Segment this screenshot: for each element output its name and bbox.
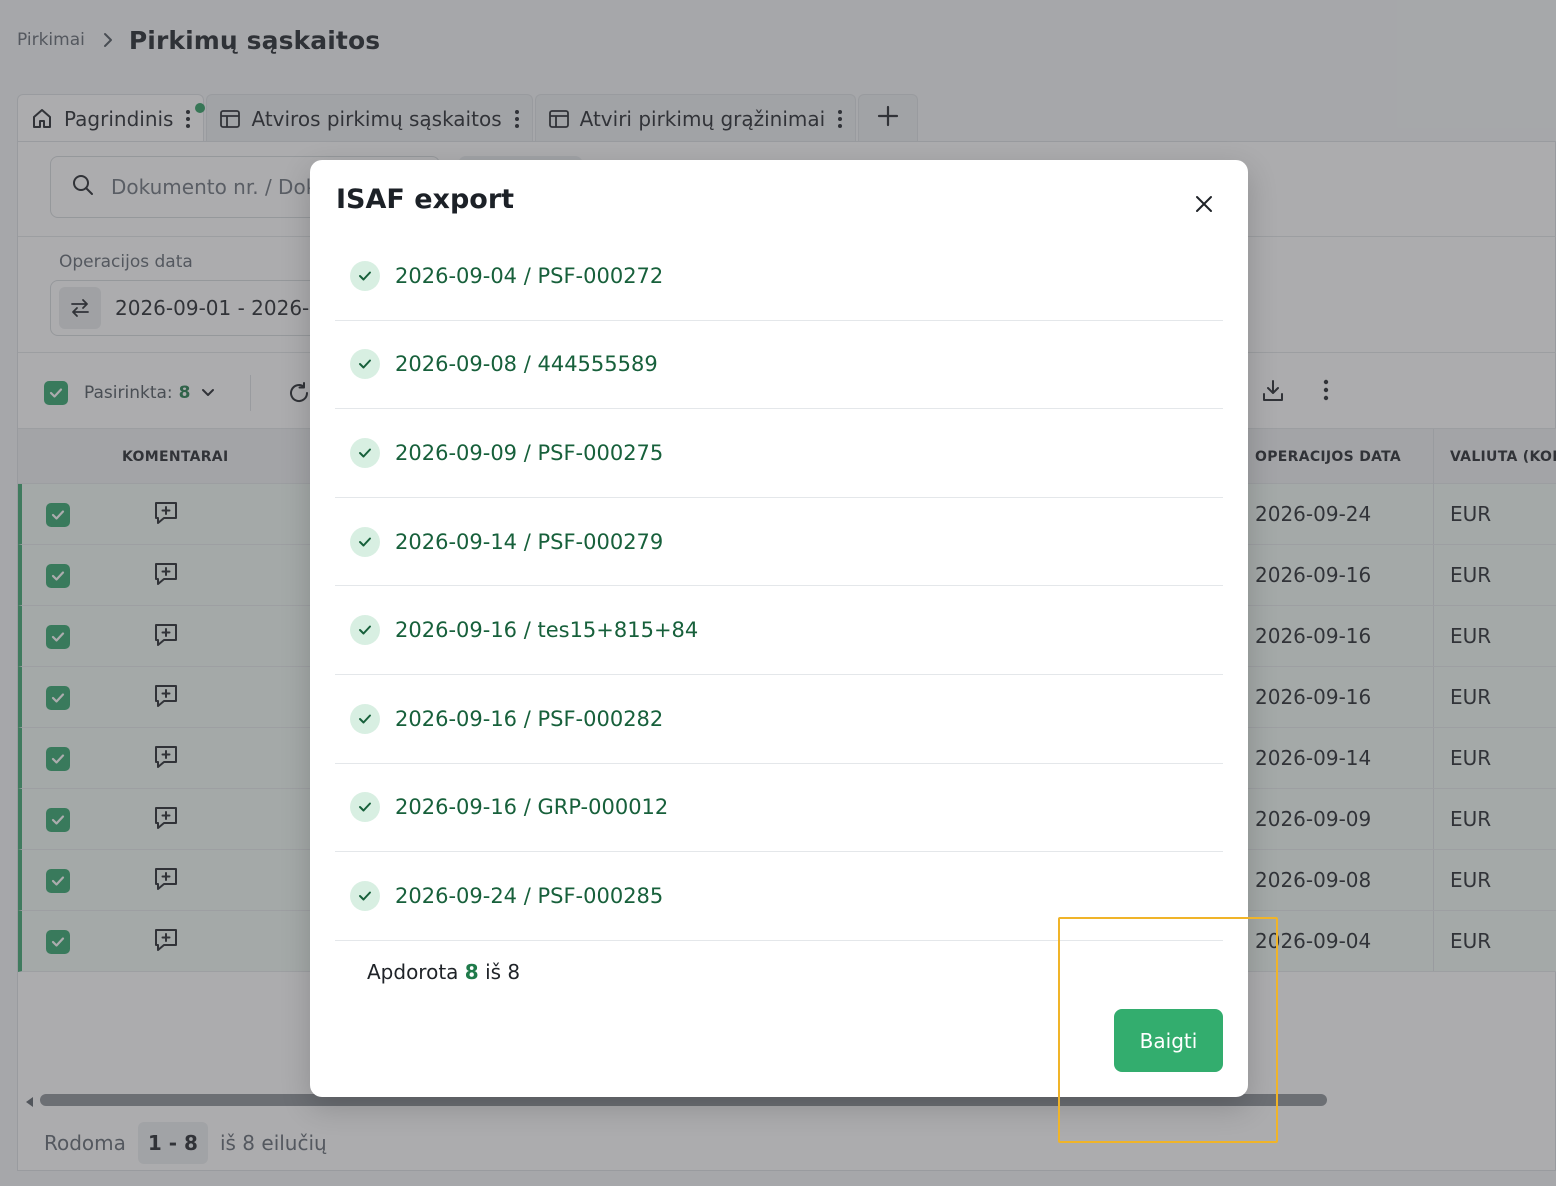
check-circle-icon <box>350 437 380 468</box>
close-icon[interactable] <box>1192 192 1216 216</box>
check-circle-icon <box>350 349 380 380</box>
export-item-label: 2026-09-14 / PSF-000279 <box>395 529 664 554</box>
check-circle-icon <box>350 880 380 911</box>
check-circle-icon <box>350 526 380 557</box>
check-circle-icon <box>350 260 380 291</box>
export-item-label: 2026-09-24 / PSF-000285 <box>395 883 664 908</box>
list-item: 2026-09-16 / tes15+815+84 <box>335 586 1223 675</box>
export-item-label: 2026-09-16 / tes15+815+84 <box>395 618 699 643</box>
list-item: 2026-09-14 / PSF-000279 <box>335 498 1223 587</box>
list-item: 2026-09-04 / PSF-000272 <box>335 232 1223 321</box>
progress-suffix: iš 8 <box>485 960 521 984</box>
export-item-label: 2026-09-16 / PSF-000282 <box>395 706 664 731</box>
progress-status: Apdorota 8 iš 8 <box>367 960 520 984</box>
list-item: 2026-09-16 / PSF-000282 <box>335 675 1223 764</box>
export-item-label: 2026-09-08 / 444555589 <box>395 352 658 377</box>
check-circle-icon <box>350 703 380 734</box>
isaf-export-dialog: ISAF export 2026-09-04 / PSF-000272 2026… <box>310 160 1248 1097</box>
list-item: 2026-09-08 / 444555589 <box>335 321 1223 410</box>
list-item: 2026-09-24 / PSF-000285 <box>335 852 1223 941</box>
list-item: 2026-09-16 / GRP-000012 <box>335 764 1223 853</box>
list-item: 2026-09-09 / PSF-000275 <box>335 409 1223 498</box>
export-item-label: 2026-09-04 / PSF-000272 <box>395 263 664 288</box>
progress-done-count: 8 <box>464 960 479 984</box>
export-result-list: 2026-09-04 / PSF-000272 2026-09-08 / 444… <box>335 232 1223 941</box>
dialog-title: ISAF export <box>336 184 515 215</box>
export-item-label: 2026-09-16 / GRP-000012 <box>395 795 669 820</box>
check-circle-icon <box>350 615 380 646</box>
check-circle-icon <box>350 792 380 823</box>
export-item-label: 2026-09-09 / PSF-000275 <box>395 440 664 465</box>
finish-button[interactable]: Baigti <box>1114 1009 1223 1072</box>
progress-prefix: Apdorota <box>367 960 459 984</box>
